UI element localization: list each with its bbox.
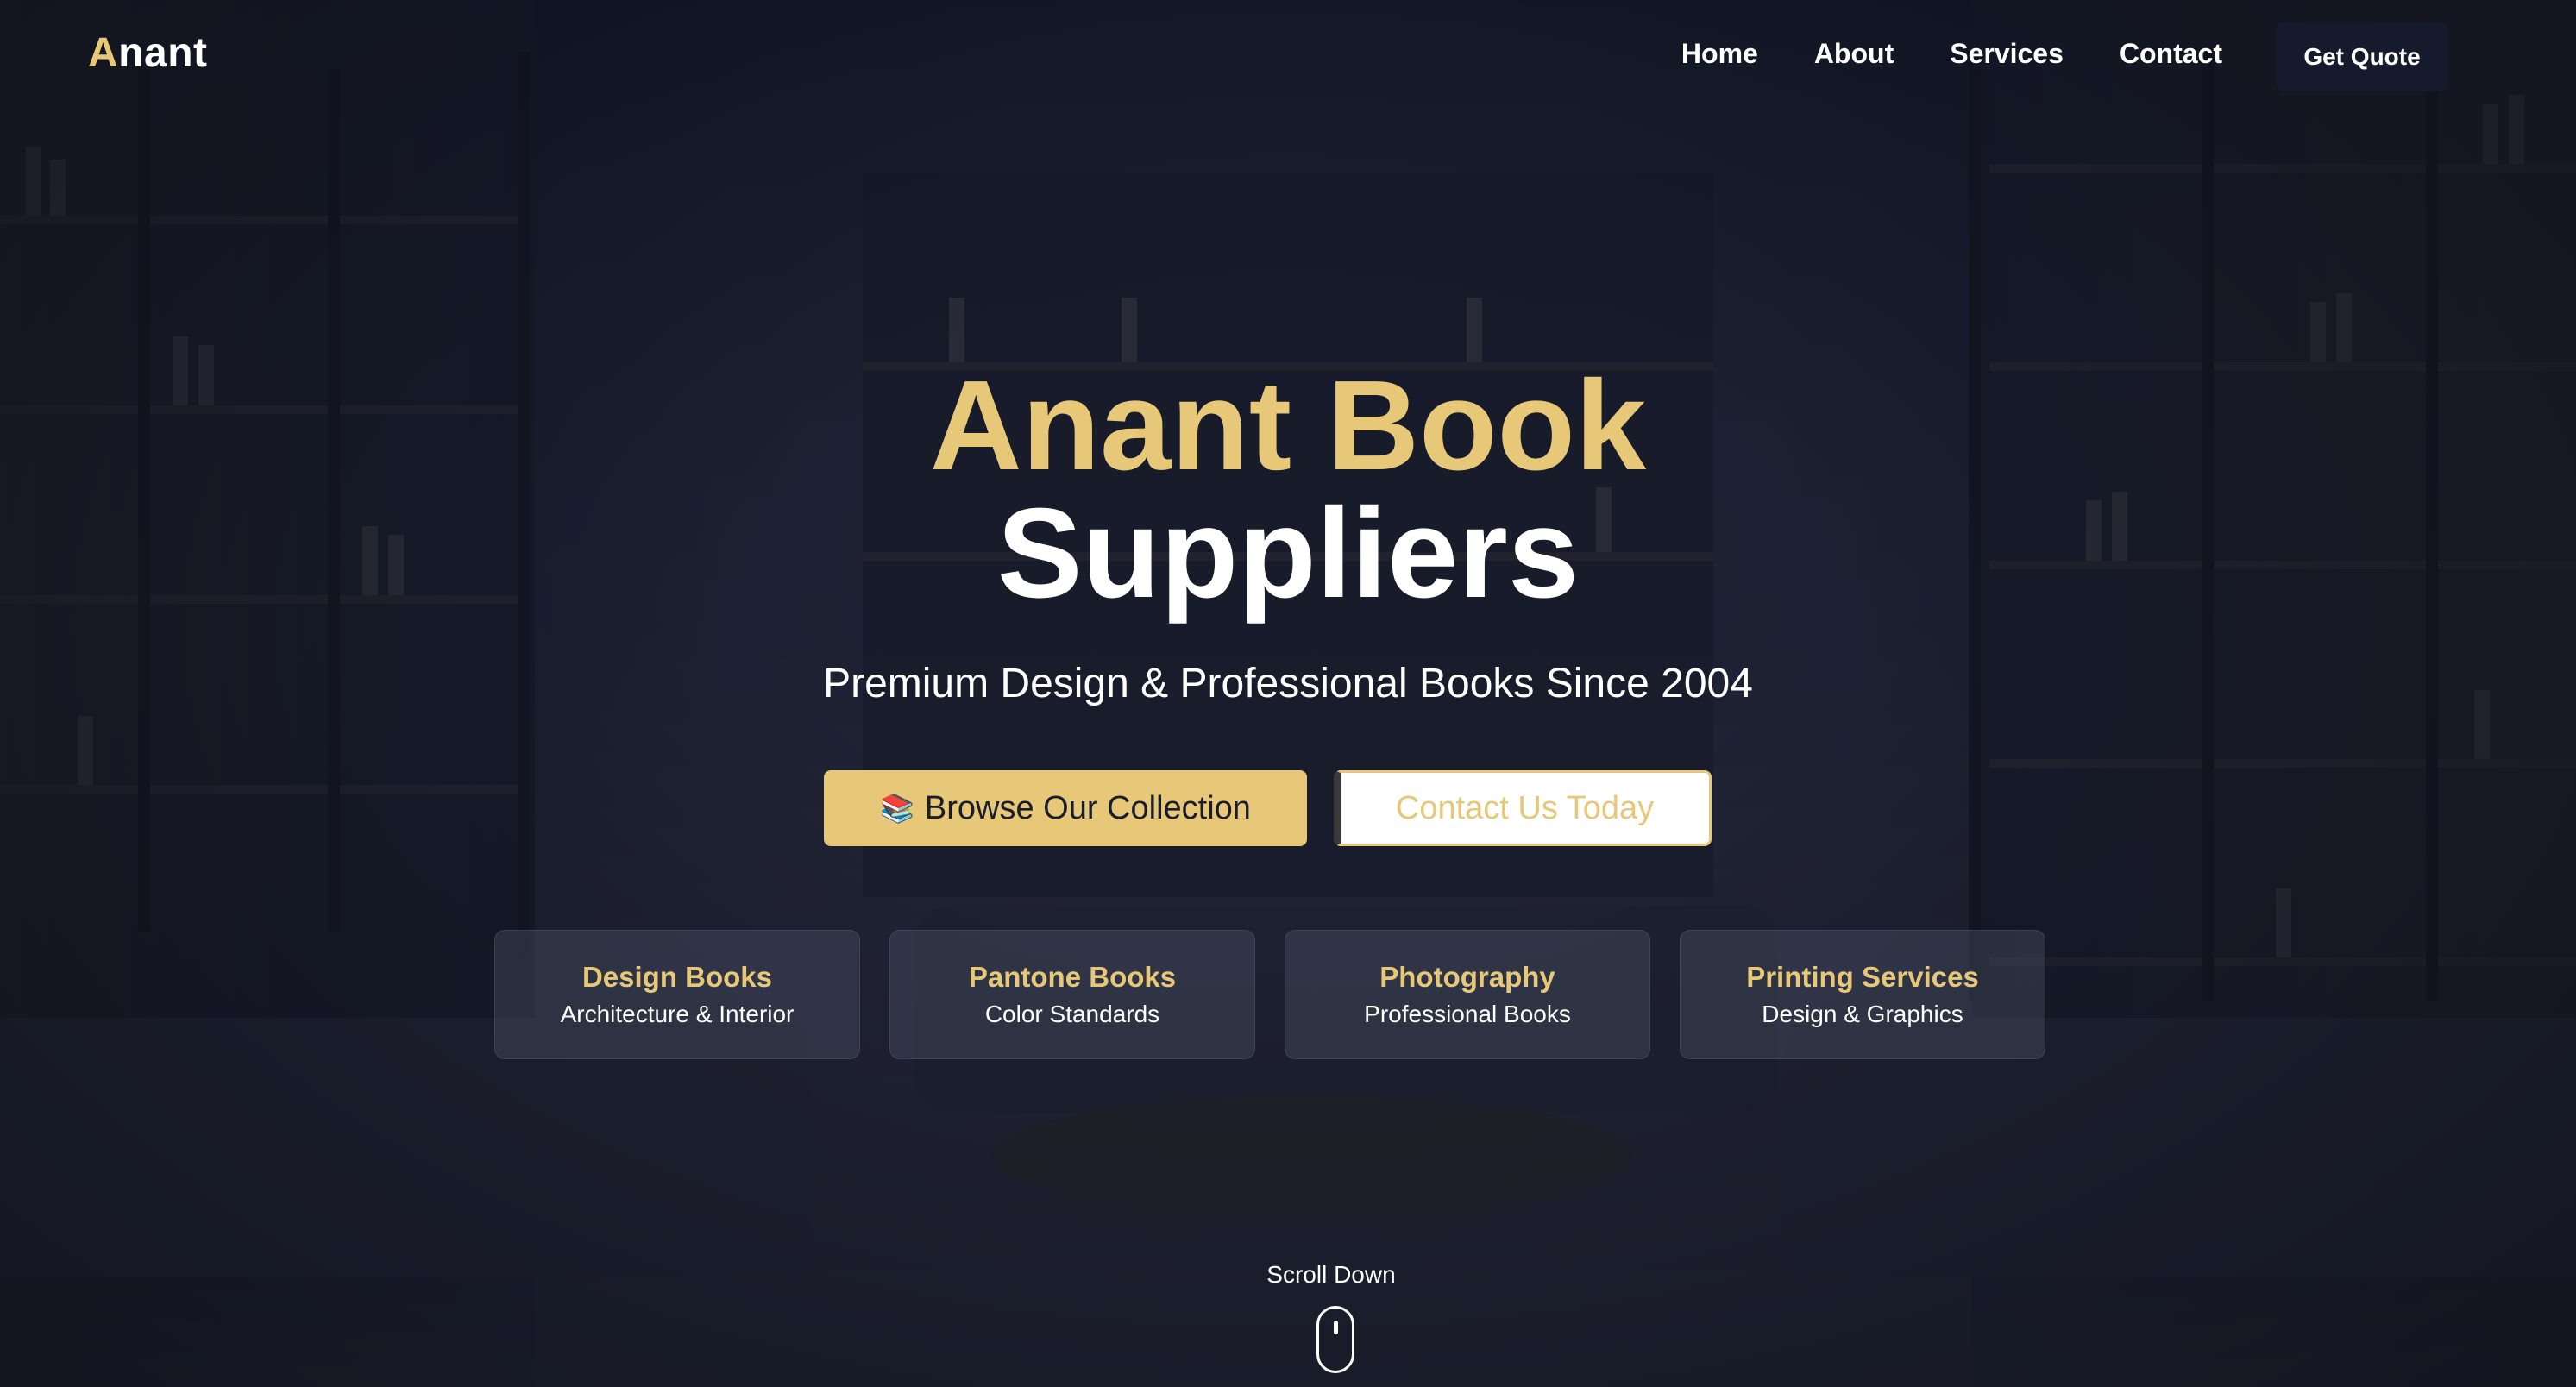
- logo-initial: A: [88, 30, 119, 76]
- browse-collection-button[interactable]: 📚 Browse Our Collection: [824, 770, 1307, 846]
- book: [2483, 104, 2498, 164]
- scroll-down-text: Scroll Down: [1266, 1261, 1396, 1288]
- card-title: Printing Services: [1746, 961, 1979, 993]
- brand-logo[interactable]: Anant: [88, 29, 208, 77]
- coffee-table: [992, 1095, 1630, 1216]
- shelf: [1989, 759, 2576, 768]
- book: [2310, 302, 2326, 362]
- book: [949, 298, 964, 362]
- hero-title: Anant Book Suppliers: [0, 362, 2576, 618]
- mouse-scroll-icon[interactable]: [1316, 1306, 1354, 1373]
- book: [1467, 298, 1482, 362]
- card-subtitle: Color Standards: [984, 1001, 1160, 1027]
- book: [2276, 888, 2291, 957]
- book: [2336, 293, 2352, 362]
- books-icon: 📚: [880, 793, 914, 824]
- top-navigation: Anant Home About Services Contact Get Qu…: [0, 0, 2576, 112]
- nav-links: Home About Services Contact: [1681, 38, 2222, 70]
- card-title: Pantone Books: [968, 961, 1177, 993]
- shelf: [0, 785, 518, 794]
- shelf: [1989, 957, 2576, 966]
- shelf: [1989, 164, 2576, 173]
- card-title: Photography: [1379, 961, 1555, 993]
- book: [1122, 298, 1137, 362]
- mouse-wheel: [1334, 1321, 1338, 1334]
- contact-us-label: Contact Us Today: [1395, 789, 1655, 826]
- scroll-down-label: Scroll Down: [0, 1261, 2576, 1289]
- category-card-photography[interactable]: Photography Professional Books: [1285, 930, 1650, 1059]
- book: [50, 160, 66, 216]
- contact-us-button[interactable]: Contact Us Today: [1334, 770, 1712, 846]
- browse-collection-label: Browse Our Collection: [924, 789, 1251, 826]
- nav-link-about[interactable]: About: [1814, 38, 1894, 70]
- page: Anant Home About Services Contact Get Qu…: [0, 0, 2576, 1387]
- category-card-design-books[interactable]: Design Books Architecture & Interior: [494, 930, 860, 1059]
- card-subtitle: Design & Graphics: [1762, 1001, 1963, 1027]
- hero-subtitle: Premium Design & Professional Books Sinc…: [823, 661, 1753, 706]
- card-subtitle: Architecture & Interior: [560, 1001, 795, 1027]
- logo-text: nant: [118, 30, 208, 76]
- get-quote-button[interactable]: Get Quote: [2276, 22, 2448, 91]
- book: [26, 147, 41, 216]
- card-title: Design Books: [581, 961, 773, 993]
- category-cards: Design Books Architecture & Interior Pan…: [494, 930, 2045, 1059]
- nav-link-contact[interactable]: Contact: [2120, 38, 2222, 70]
- hero-title-line-2: Suppliers: [996, 482, 1580, 624]
- category-card-printing-services[interactable]: Printing Services Design & Graphics: [1680, 930, 2045, 1059]
- nav-link-home[interactable]: Home: [1681, 38, 1758, 70]
- book: [78, 716, 93, 785]
- shelf: [0, 216, 518, 224]
- hero-title-line-1: Anant Book: [929, 355, 1647, 497]
- nav-link-services[interactable]: Services: [1950, 38, 2064, 70]
- card-subtitle: Professional Books: [1364, 1001, 1571, 1027]
- category-card-pantone-books[interactable]: Pantone Books Color Standards: [889, 930, 1255, 1059]
